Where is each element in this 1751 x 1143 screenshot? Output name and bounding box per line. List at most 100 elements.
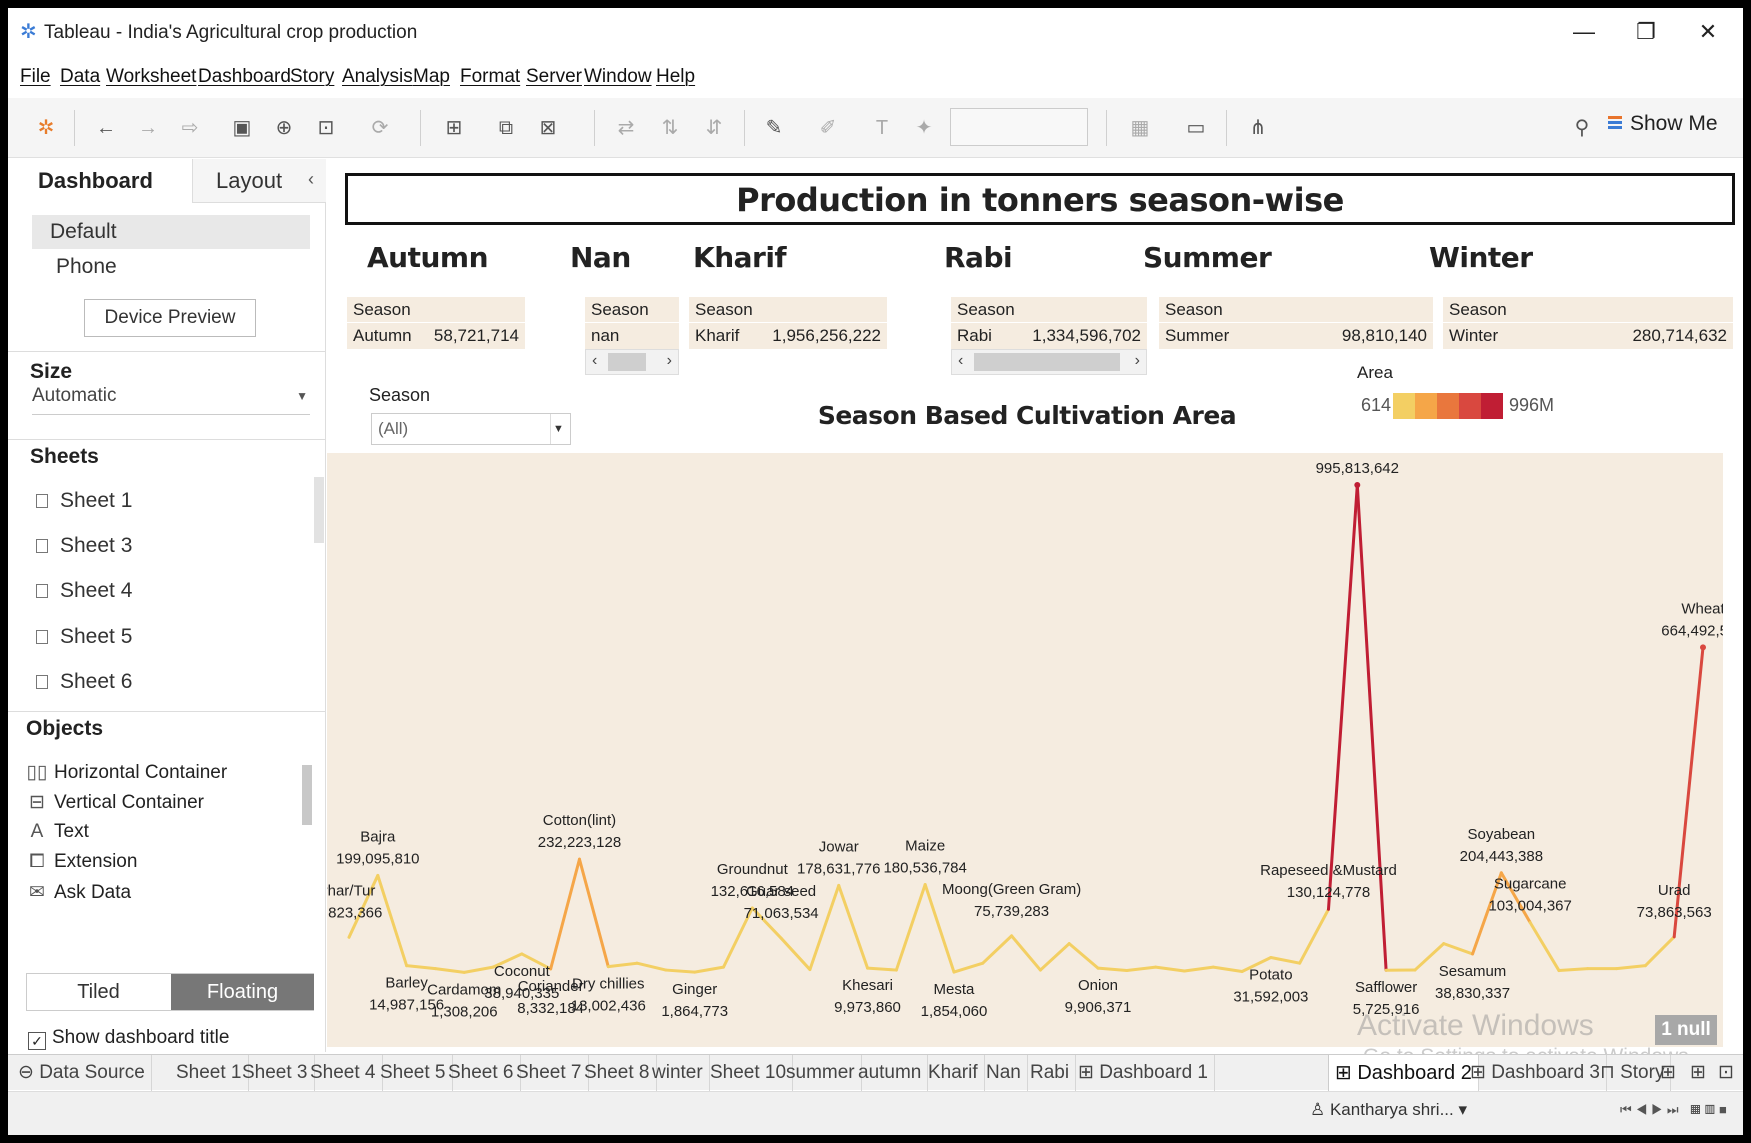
sheets-scrollbar[interactable] <box>314 477 324 543</box>
show-mark-labels-icon[interactable]: T <box>868 114 896 142</box>
show-me-button[interactable]: Show Me <box>1608 112 1718 136</box>
new-data-source-icon[interactable]: ⊕ <box>270 114 298 142</box>
objects-scrollbar[interactable] <box>302 765 312 825</box>
season-table-kharif[interactable]: Season Kharif 1,956,256,222 <box>689 297 887 349</box>
sheet-item[interactable]: Sheet 6 <box>36 670 132 694</box>
object-ask-data[interactable]: ✉ Ask Data <box>26 881 131 904</box>
group-members-icon[interactable]: ✐ <box>814 114 842 142</box>
tiled-button[interactable]: Tiled <box>27 974 170 1010</box>
scroll-right-icon[interactable]: › <box>1135 352 1140 370</box>
fix-axes-icon[interactable]: ✦ <box>910 114 938 142</box>
menu-analysis[interactable]: Analysis <box>342 66 413 88</box>
line-chart[interactable]: rhar/Tur2,823,366Bajra199,095,810Barley1… <box>327 453 1723 1047</box>
tab-sheet-3[interactable]: Sheet 3 <box>236 1055 315 1091</box>
menu-format[interactable]: Format <box>460 66 520 88</box>
tab-rabi[interactable]: Rabi <box>1024 1055 1077 1091</box>
season-table-summer[interactable]: Season Summer 98,810,140 <box>1159 297 1433 349</box>
season-filter-dropdown[interactable]: (All) ▼ <box>371 413 571 445</box>
new-story-tab-icon[interactable]: ⊡ <box>1712 1055 1740 1091</box>
tab-summer[interactable]: summer <box>780 1055 862 1091</box>
sort-ascending-icon[interactable]: ⇅ <box>656 114 684 142</box>
data-point[interactable] <box>1700 644 1706 651</box>
chart-plot-area[interactable]: rhar/Tur2,823,366Bajra199,095,810Barley1… <box>327 453 1723 1068</box>
data-point[interactable] <box>1354 482 1361 489</box>
scroll-right-icon[interactable]: › <box>667 352 672 370</box>
minimize-icon[interactable]: — <box>1564 16 1604 48</box>
menu-worksheet[interactable]: Worksheet <box>106 66 196 88</box>
tab-sheet-5[interactable]: Sheet 5 <box>374 1055 453 1091</box>
clear-sheet-icon[interactable]: ⊠ <box>534 114 562 142</box>
save-icon[interactable]: ▣ <box>228 114 256 142</box>
menu-data[interactable]: Data <box>60 66 100 88</box>
menu-story[interactable]: Story <box>290 66 334 88</box>
tab-sheet-7[interactable]: Sheet 7 <box>510 1055 589 1091</box>
share-icon[interactable]: ⋔ <box>1244 114 1272 142</box>
tab-dashboard[interactable]: Dashboard <box>8 159 190 203</box>
show-dashboard-title-checkbox[interactable]: ✓ Show dashboard title <box>28 1027 229 1050</box>
tab-sheet-8[interactable]: Sheet 8 <box>578 1055 657 1091</box>
scroll-left-icon[interactable]: ‹ <box>958 352 963 370</box>
nan-table-scrollbar[interactable]: ‹ › <box>585 349 679 375</box>
tab-autumn[interactable]: autumn <box>852 1055 929 1091</box>
collapse-panel-icon[interactable]: ‹ <box>308 169 314 190</box>
tab-dashboard-1[interactable]: ⊞ Dashboard 1 <box>1072 1055 1215 1091</box>
user-account-menu[interactable]: ♙ Kantharya shri... ▾ <box>1310 1100 1467 1120</box>
sheet-item[interactable]: Sheet 4 <box>36 579 132 603</box>
duplicate-sheet-icon[interactable]: ⧉ <box>492 114 520 142</box>
sort-descending-icon[interactable]: ⇵ <box>700 114 728 142</box>
tab-winter[interactable]: winter <box>646 1055 710 1091</box>
highlight-icon[interactable]: ✎ <box>760 114 788 142</box>
show-cards-icon[interactable]: ▦ <box>1126 114 1154 142</box>
tab-nan[interactable]: Nan <box>980 1055 1028 1091</box>
menu-map[interactable]: Map <box>413 66 450 88</box>
menu-window[interactable]: Window <box>584 66 652 88</box>
tab-sheet-4[interactable]: Sheet 4 <box>304 1055 383 1091</box>
sheet-navigation[interactable]: ⏮◀▶⏭ ▦▥■ <box>1620 1102 1731 1118</box>
season-table-nan[interactable]: Season nan <box>585 297 679 349</box>
scroll-left-icon[interactable]: ‹ <box>592 352 597 370</box>
restore-icon[interactable]: ❐ <box>1626 16 1666 48</box>
sheet-item[interactable]: Sheet 5 <box>36 625 132 649</box>
replay-icon[interactable]: ⇨ <box>176 114 204 142</box>
tab-kharif[interactable]: Kharif <box>922 1055 985 1091</box>
tab-layout[interactable]: Layout <box>192 159 326 203</box>
swap-rows-columns-icon[interactable]: ⇄ <box>612 114 640 142</box>
format-painter-icon[interactable]: ⚲ <box>1568 114 1596 142</box>
object-text[interactable]: A Text <box>26 821 89 843</box>
refresh-icon[interactable]: ⟳ <box>366 114 394 142</box>
new-dashboard-tab-icon[interactable]: ⊞ <box>1684 1055 1712 1091</box>
tab-dashboard-2[interactable]: ⊞ Dashboard 2 <box>1328 1055 1479 1091</box>
sheet-item[interactable]: Sheet 1 <box>36 489 132 513</box>
presentation-mode-icon[interactable]: ▭ <box>1182 114 1210 142</box>
menu-file[interactable]: File <box>20 66 51 88</box>
rabi-table-scrollbar[interactable]: ‹ › <box>951 349 1147 375</box>
menu-help[interactable]: Help <box>656 66 695 88</box>
tab-dashboard-3[interactable]: ⊞ Dashboard 3 <box>1464 1055 1607 1091</box>
tab-data-source[interactable]: ⊖ Data Source <box>12 1055 152 1091</box>
device-preview-button[interactable]: Device Preview <box>84 299 256 337</box>
season-table-rabi[interactable]: Season Rabi 1,334,596,702 <box>951 297 1147 349</box>
device-default[interactable]: Default <box>32 215 310 249</box>
menu-server[interactable]: Server <box>526 66 582 88</box>
fit-dropdown[interactable] <box>950 108 1088 146</box>
new-worksheet-tab-icon[interactable]: ⊞ <box>1654 1055 1682 1091</box>
object-horizontal-container[interactable]: ▯▯ Horizontal Container <box>26 761 228 784</box>
tableau-home-icon[interactable]: ✲ <box>32 114 60 142</box>
season-table-autumn[interactable]: Season Autumn 58,721,714 <box>347 297 525 349</box>
device-phone[interactable]: Phone <box>56 255 117 279</box>
menu-dashboard[interactable]: Dashboard <box>198 66 291 88</box>
close-icon[interactable]: ✕ <box>1688 16 1728 48</box>
object-vertical-container[interactable]: ⊟ Vertical Container <box>26 791 204 814</box>
object-extension[interactable]: ⧠ Extension <box>26 851 137 873</box>
sheet-item[interactable]: Sheet 3 <box>36 534 132 558</box>
floating-button[interactable]: Floating <box>171 974 314 1010</box>
null-indicator[interactable]: 1 null <box>1655 1015 1717 1045</box>
tab-sheet-6[interactable]: Sheet 6 <box>442 1055 521 1091</box>
season-table-winter[interactable]: Season Winter 280,714,632 <box>1443 297 1733 349</box>
pause-updates-icon[interactable]: ⊡ <box>312 114 340 142</box>
redo-icon[interactable]: → <box>134 114 162 142</box>
dashboard-title-box[interactable]: Production in tonners season-wise <box>345 173 1735 225</box>
undo-icon[interactable]: ← <box>92 114 120 142</box>
size-dropdown[interactable]: Automatic ▼ <box>32 385 310 415</box>
new-worksheet-icon[interactable]: ⊞ <box>440 114 468 142</box>
